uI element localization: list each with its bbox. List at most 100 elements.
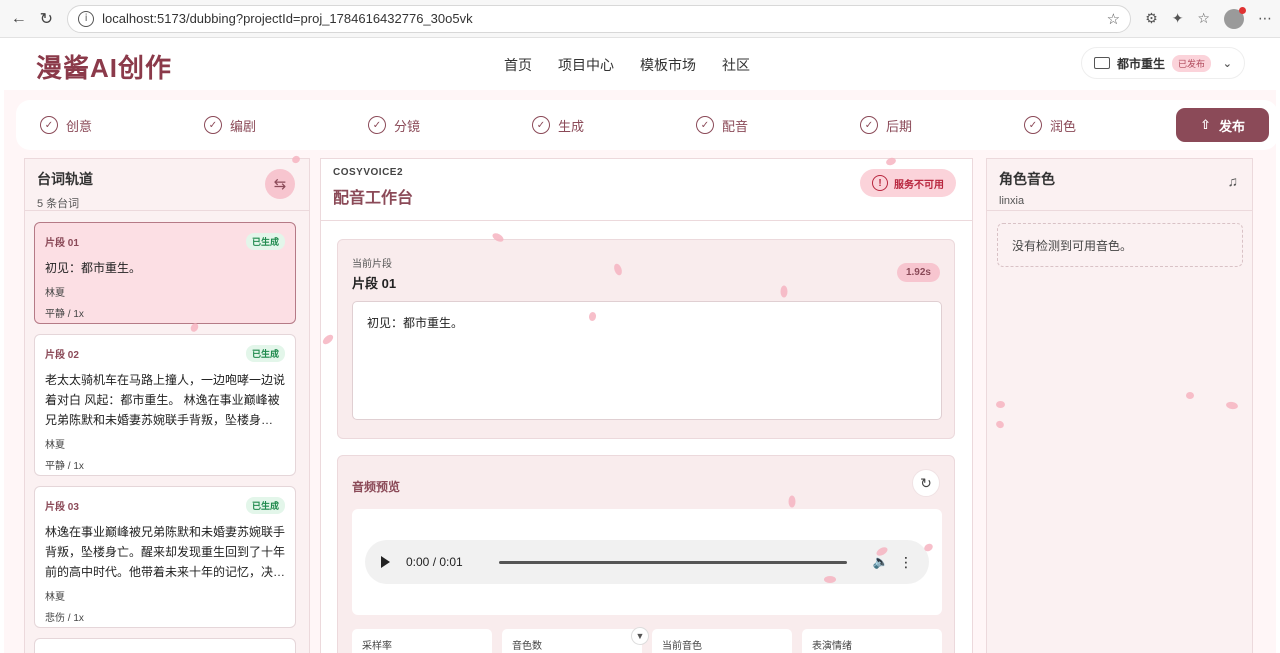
app-logo[interactable]: 漫酱AI创作	[36, 48, 172, 85]
panel-title: 角色音色	[999, 171, 1055, 187]
current-segment-label: 当前片段	[352, 259, 392, 270]
segment-label: 片段 01	[45, 238, 79, 249]
check-circle-icon: ✓	[532, 116, 550, 134]
line-text-editor[interactable]: 初见：都市重生。	[352, 301, 942, 420]
play-icon[interactable]	[381, 556, 390, 568]
browser-toolbar: ← ↻ i localhost:5173/dubbing?projectId=p…	[0, 0, 1280, 38]
step-label: 润色	[1050, 118, 1077, 134]
voice-panel: 角色音色 linxia ♫ 没有检测到可用音色。	[986, 158, 1253, 653]
step-dubbing[interactable]: ✓ 配音	[696, 116, 860, 135]
menu-item-community[interactable]: 社区	[722, 55, 750, 75]
audio-player: 0:00 / 0:01 🔈 ⋮	[365, 540, 929, 584]
line-text: 初见：都市重生。	[45, 261, 142, 275]
alert-icon: !	[872, 175, 888, 191]
menu-item-templates[interactable]: 模板市场	[640, 55, 696, 75]
line-card[interactable]: 片段 01 已生成 初见：都市重生。 林夏 平静 / 1x	[34, 222, 296, 324]
step-script[interactable]: ✓ 编剧	[204, 116, 368, 135]
petal-decoration	[788, 495, 796, 508]
service-status-text: 服务不可用	[894, 179, 944, 191]
project-name: 都市重生	[1117, 56, 1166, 71]
dubbing-workbench: COSYVOICE2 配音工作台 ! 服务不可用 当前片段 片段 01 1.92…	[320, 158, 973, 653]
check-circle-icon: ✓	[1024, 116, 1042, 134]
emotion-speed: 平静 / 1x	[45, 309, 84, 320]
line-text: 林逸在事业巅峰被兄弟陈默和未婚妻苏婉联手背叛，坠楼身亡。醒来却发现重生回到了十年…	[45, 525, 285, 579]
folder-icon	[1094, 57, 1110, 69]
publish-label: 发布	[1218, 118, 1245, 134]
stat-sample-rate: 采样率	[352, 629, 492, 653]
petal-decoration	[996, 401, 1005, 408]
upload-icon: ⇧	[1200, 117, 1211, 132]
site-info-icon[interactable]: i	[78, 10, 95, 27]
step-post[interactable]: ✓ 后期	[860, 116, 1024, 135]
step-generate[interactable]: ✓ 生成	[532, 116, 696, 135]
step-label: 分镜	[394, 118, 421, 134]
menu-item-home[interactable]: 首页	[504, 55, 532, 75]
status-badge: 已生成	[245, 497, 285, 514]
speaker-name: 林夏	[45, 592, 65, 603]
audio-preview-card: 音频预览 ↻ 0:00 / 0:01 🔈 ⋮ 采样率 音色数 当前音色 表演情绪	[337, 455, 955, 653]
line-card[interactable]	[34, 638, 296, 653]
step-label: 生成	[558, 118, 585, 134]
status-badge: 已生成	[245, 345, 285, 362]
check-circle-icon: ✓	[204, 116, 222, 134]
stat-emotion: 表演情绪	[802, 629, 942, 653]
line-card[interactable]: 片段 02 已生成 老太太骑机车在马路上撞人，一边咆哮一边说着对白 风起：都市重生…	[34, 334, 296, 476]
script-track-panel: 台词轨道 5 条台词 ⇆ 片段 01 已生成 初见：都市重生。 林夏 平静 / 1…	[24, 158, 310, 653]
segment-label: 片段 03	[45, 502, 79, 513]
check-circle-icon: ✓	[40, 116, 58, 134]
scroll-down-icon[interactable]: ▼	[631, 627, 649, 645]
check-circle-icon: ✓	[368, 116, 386, 134]
more-menu-icon[interactable]: ⋯	[1258, 10, 1272, 27]
step-polish[interactable]: ✓ 润色	[1024, 116, 1188, 135]
audio-preview-title: 音频预览	[352, 480, 401, 494]
project-status-badge: 已发布	[1172, 54, 1212, 72]
step-label: 后期	[886, 118, 913, 134]
address-bar[interactable]: i localhost:5173/dubbing?projectId=proj_…	[67, 4, 1132, 33]
extensions-puzzle-icon[interactable]: ✦	[1172, 10, 1184, 27]
service-status-badge: ! 服务不可用	[860, 169, 956, 197]
audio-time: 0:00 / 0:01	[406, 555, 463, 569]
line-card[interactable]: 片段 03 已生成 林逸在事业巅峰被兄弟陈默和未婚妻苏婉联手背叛，坠楼身亡。醒来却…	[34, 486, 296, 628]
panel-title: 台词轨道	[37, 171, 93, 187]
segment-label: 片段 02	[45, 350, 79, 361]
duration-badge: 1.92s	[896, 263, 940, 282]
emotion-speed: 平静 / 1x	[45, 461, 84, 472]
emotion-speed: 悲伤 / 1x	[45, 613, 84, 624]
favorites-icon[interactable]: ☆	[1197, 10, 1210, 27]
current-segment-title: 片段 01	[352, 276, 397, 291]
audio-progress-track[interactable]	[498, 560, 847, 564]
publish-button[interactable]: ⇧ 发布	[1176, 108, 1269, 142]
voice-user-icon[interactable]: ♫	[1228, 173, 1239, 189]
more-options-icon[interactable]: ⋮	[899, 554, 913, 571]
extension-icon[interactable]: ⚙	[1145, 10, 1158, 27]
line-text: 老太太骑机车在马路上撞人，一边咆哮一边说着对白 风起：都市重生。 林逸在事业巅峰…	[45, 373, 285, 427]
regenerate-button[interactable]: ↻	[912, 469, 940, 497]
status-badge: 已生成	[245, 233, 285, 250]
speaker-name: 林夏	[45, 440, 65, 451]
project-selector[interactable]: 都市重生 已发布 ⌄	[1081, 47, 1245, 79]
url-text: localhost:5173/dubbing?projectId=proj_17…	[102, 11, 473, 26]
bookmark-star-icon[interactable]: ☆	[1107, 10, 1120, 28]
step-label: 配音	[722, 118, 749, 134]
menu-item-projects[interactable]: 项目中心	[558, 55, 614, 75]
profile-avatar[interactable]	[1223, 6, 1246, 29]
sync-button[interactable]: ⇆	[265, 169, 295, 199]
audio-player-container: 0:00 / 0:01 🔈 ⋮	[352, 509, 942, 615]
step-creative[interactable]: ✓ 创意	[40, 116, 204, 135]
step-storyboard[interactable]: ✓ 分镜	[368, 116, 532, 135]
reload-icon[interactable]: ↻	[36, 6, 58, 32]
workflow-steps: ✓ 创意 ✓ 编剧 ✓ 分镜 ✓ 生成 ✓ 配音 ✓ 后期 ✓ 润色 ⇧ 发布	[16, 100, 1276, 150]
step-label: 创意	[66, 118, 93, 134]
character-id: linxia	[999, 195, 1025, 207]
current-segment-card: 当前片段 片段 01 1.92s 初见：都市重生。	[337, 239, 955, 439]
back-icon[interactable]: ←	[8, 6, 30, 32]
stat-voice-count: 音色数	[502, 629, 642, 653]
main-menu: 首页 项目中心 模板市场 社区	[504, 55, 750, 75]
volume-icon[interactable]: 🔈	[873, 554, 889, 570]
stat-current-voice: 当前音色	[652, 629, 792, 653]
no-voice-message: 没有检测到可用音色。	[997, 223, 1243, 267]
petal-decoration	[1186, 392, 1194, 399]
chevron-down-icon: ⌄	[1222, 57, 1232, 70]
petal-decoration	[780, 285, 788, 298]
check-circle-icon: ✓	[696, 116, 714, 134]
